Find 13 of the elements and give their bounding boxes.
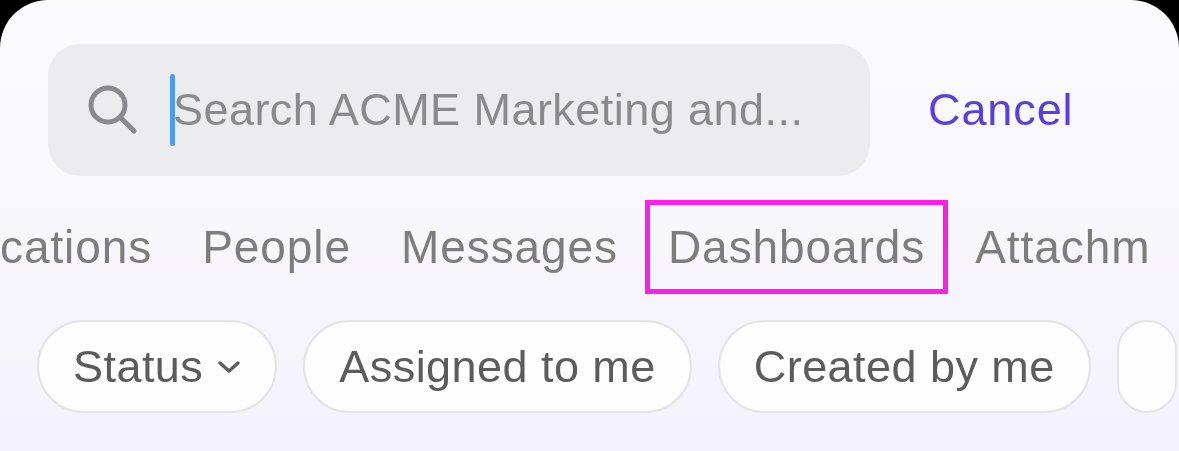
- text-cursor: [170, 74, 175, 146]
- chevron-down-icon: [217, 359, 242, 374]
- search-category-tab[interactable]: Messages: [400, 200, 618, 294]
- cancel-button[interactable]: Cancel: [928, 76, 1074, 144]
- search-field[interactable]: Search ACME Marketing and...: [173, 76, 853, 144]
- search-category-tab[interactable]: cations: [0, 200, 153, 294]
- filter-chip[interactable]: Created by me: [717, 320, 1091, 413]
- search-category-tab[interactable]: Dashboards: [645, 200, 949, 294]
- filter-chip[interactable]: Status: [37, 320, 278, 413]
- filter-chip[interactable]: Assigned to me: [303, 320, 692, 413]
- search-category-tab[interactable]: People: [202, 200, 351, 294]
- search-bar[interactable]: Search ACME Marketing and...: [48, 44, 870, 176]
- search-category-tab[interactable]: Attachm: [975, 200, 1151, 294]
